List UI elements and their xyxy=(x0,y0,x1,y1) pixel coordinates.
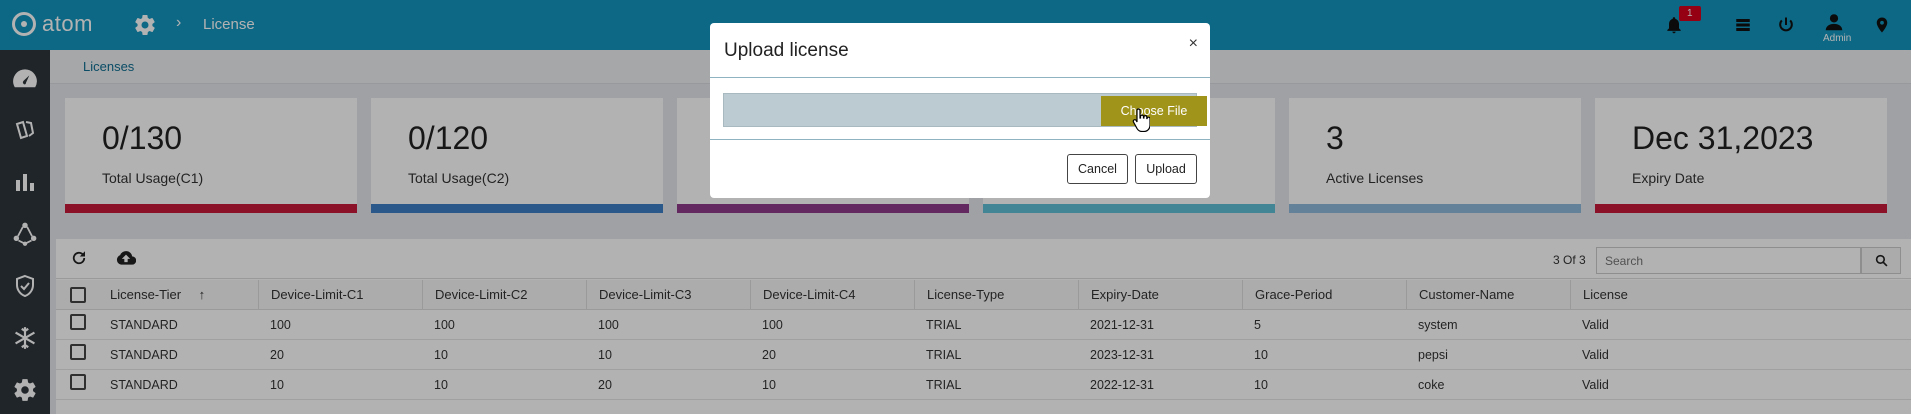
close-icon[interactable]: × xyxy=(1189,35,1198,53)
divider xyxy=(710,77,1210,78)
choose-file-button[interactable]: Choose File xyxy=(1101,96,1207,126)
hand-pointer-cursor-icon xyxy=(1132,108,1150,132)
cancel-button[interactable]: Cancel xyxy=(1067,154,1128,184)
file-input[interactable]: Choose File xyxy=(723,93,1207,127)
divider xyxy=(710,139,1210,140)
upload-button[interactable]: Upload xyxy=(1135,154,1197,184)
dialog-title: Upload license xyxy=(724,40,849,61)
